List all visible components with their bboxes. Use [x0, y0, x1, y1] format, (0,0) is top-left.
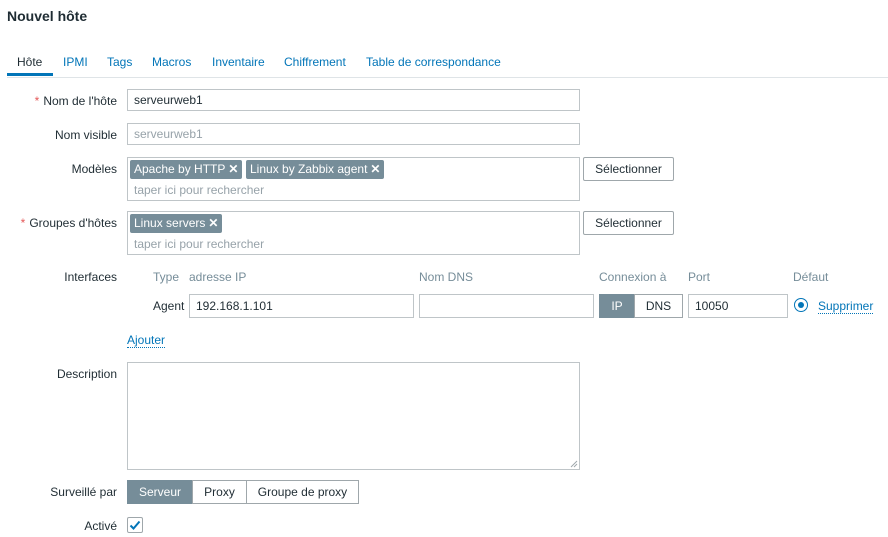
tab-encryption[interactable]: Chiffrement [284, 55, 346, 69]
interfaces-type-header: Type [153, 270, 180, 284]
monitored-by-server[interactable]: Serveur [127, 480, 193, 504]
interfaces-port-header: Port [688, 270, 711, 284]
template-chip: Linux by Zabbix agent ✕ [246, 160, 385, 179]
visible-name-input[interactable]: serveurweb1 [127, 123, 580, 145]
visible-name-label: Nom visible [54, 128, 117, 142]
tab-value-mapping[interactable]: Table de correspondance [366, 55, 501, 69]
add-interface-link[interactable]: Ajouter [127, 333, 166, 348]
remove-interface-link[interactable]: Supprimer [818, 299, 874, 314]
description-textarea[interactable] [127, 362, 580, 470]
description-label: Description [56, 367, 117, 381]
tab-ipmi[interactable]: IPMI [63, 55, 88, 69]
monitored-by-proxy-group[interactable]: Groupe de proxy [246, 480, 359, 504]
template-chip: Apache by HTTP ✕ [130, 160, 243, 179]
check-icon [129, 520, 141, 530]
templates-search-input[interactable]: taper ici pour rechercher [134, 183, 264, 197]
default-interface-radio[interactable] [794, 298, 808, 312]
close-icon[interactable]: ✕ [370, 162, 380, 176]
host-name-label: * Nom de l'hôte [34, 94, 117, 108]
tab-inventory[interactable]: Inventaire [212, 55, 265, 69]
templates-multiselect[interactable]: Apache by HTTP ✕ Linux by Zabbix agent ✕ t… [127, 157, 580, 201]
radio-dot [798, 302, 804, 308]
host-groups-label: * Groupes d'hôtes [20, 216, 117, 230]
connect-ip-toggle[interactable]: IP [599, 294, 635, 318]
interfaces-connect-header: Connexion à [599, 270, 667, 284]
interfaces-default-header: Défaut [793, 270, 829, 284]
interface-type: Agent [153, 299, 185, 313]
monitored-by-proxy[interactable]: Proxy [192, 480, 247, 504]
interface-dns-input[interactable] [419, 294, 594, 318]
host-name-input[interactable]: serveurweb1 [127, 89, 580, 111]
connect-dns-toggle[interactable]: DNS [634, 294, 683, 318]
enabled-label: Activé [84, 519, 117, 533]
close-icon[interactable]: ✕ [208, 216, 218, 230]
required-mark: * [20, 216, 26, 230]
interfaces-dns-header: Nom DNS [419, 270, 474, 284]
enabled-checkbox[interactable] [127, 517, 143, 533]
close-icon[interactable]: ✕ [228, 162, 238, 176]
host-groups-select-button[interactable]: Sélectionner [583, 211, 674, 235]
resize-grip-icon[interactable] [570, 460, 578, 468]
interfaces-label: Interfaces [64, 270, 117, 284]
host-group-chip: Linux servers ✕ [130, 214, 223, 233]
templates-label: Modèles [71, 162, 117, 176]
page-title: Nouvel hôte [7, 8, 88, 24]
interface-port-input[interactable]: 10050 [688, 294, 788, 318]
tab-tags[interactable]: Tags [107, 55, 132, 69]
interface-ip-input[interactable]: 192.168.1.101 [189, 294, 414, 318]
active-tab-indicator [7, 73, 53, 76]
tab-macros[interactable]: Macros [152, 55, 191, 69]
tab-host[interactable]: Hôte [17, 55, 42, 69]
tab-bar: Hôte IPMI Tags Macros Inventaire Chiffre… [7, 52, 888, 78]
host-groups-multiselect[interactable]: Linux servers ✕ taper ici pour rechercher [127, 211, 580, 255]
host-groups-search-input[interactable]: taper ici pour rechercher [134, 237, 264, 251]
templates-select-button[interactable]: Sélectionner [583, 157, 674, 181]
required-mark: * [34, 94, 40, 108]
monitored-by-label: Surveillé par [50, 485, 117, 499]
interfaces-ip-header: adresse IP [189, 270, 247, 284]
